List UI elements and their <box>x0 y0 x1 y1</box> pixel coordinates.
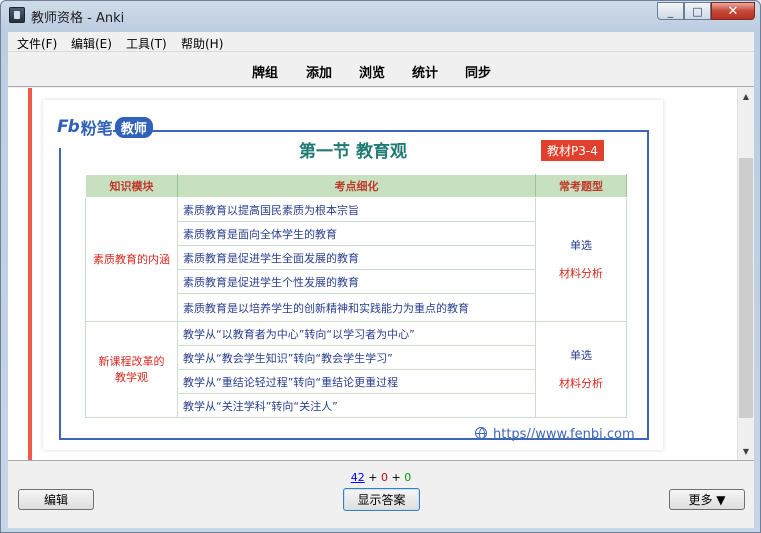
fenbi-logo: Fb 粉笔 教师 <box>57 116 153 138</box>
anki-app-icon <box>9 7 25 23</box>
footer-url: https//www.fenbi.com <box>475 427 635 442</box>
anki-window: 教师资格 - Anki _ □ ✕ 文件(F) 编辑(E) 工具(T) 帮助(H… <box>0 0 761 533</box>
question-type-material-analysis: 材料分析 <box>559 376 603 390</box>
module-cell: 新课程改革的 教学观 <box>85 321 178 418</box>
due-counts: 42 + 0 + 0 <box>8 471 754 484</box>
more-button[interactable]: 更多 ▼ <box>669 489 745 510</box>
header-module: 知识模块 <box>85 174 178 198</box>
footer-url-text: https//www.fenbi.com <box>493 427 635 442</box>
scroll-up-arrow-icon[interactable]: ▲ <box>738 88 754 105</box>
knowledge-table: 知识模块 考点细化 常考题型 素质教育的内涵 素质教育以提高国民素质为根本宗旨 … <box>85 174 627 418</box>
logo-brand: 粉笔 <box>80 119 113 138</box>
maximize-icon: □ <box>692 4 703 18</box>
close-icon: ✕ <box>727 3 739 19</box>
question-type-material-analysis: 材料分析 <box>559 266 603 280</box>
header-question-types: 常考题型 <box>535 174 627 198</box>
question-type-single-choice: 单选 <box>570 238 592 252</box>
menu-tools[interactable]: 工具(T) <box>126 35 167 52</box>
learning-count: 0 <box>381 471 388 484</box>
card-frame-left <box>59 148 61 440</box>
point-cell: 素质教育是以培养学生的创新精神和实践能力为重点的教育 <box>177 293 536 322</box>
scroll-down-arrow-icon[interactable]: ▼ <box>738 443 754 460</box>
point-cell: 教学从“以教育者为中心”转向“以学习者为中心” <box>177 321 536 346</box>
card-left-accent-bar <box>28 88 32 460</box>
top-toolbar: 牌组 添加 浏览 统计 同步 <box>8 53 754 87</box>
menu-bar: 文件(F) 编辑(E) 工具(T) 帮助(H) <box>8 32 754 52</box>
toolbar-sync-link[interactable]: 同步 <box>465 62 491 81</box>
minimize-button[interactable]: _ <box>657 2 684 20</box>
new-count[interactable]: 42 <box>351 471 365 484</box>
review-bottom-bar: 42 + 0 + 0 编辑 显示答案 更多 ▼ <box>8 460 754 528</box>
logo-badge: 教师 <box>114 116 153 138</box>
question-type-cell: 单选 材料分析 <box>535 321 627 418</box>
question-type-cell: 单选 材料分析 <box>535 197 627 322</box>
close-button[interactable]: ✕ <box>711 2 755 20</box>
menu-help[interactable]: 帮助(H) <box>181 35 223 52</box>
logo-fb-mark: Fb <box>57 117 80 137</box>
count-separator: + <box>388 471 405 484</box>
edit-button[interactable]: 编辑 <box>18 489 94 510</box>
globe-icon <box>475 427 487 440</box>
table-row: 素质教育的内涵 素质教育以提高国民素质为根本宗旨 单选 材料分析 <box>85 197 627 322</box>
question-type-single-choice: 单选 <box>570 348 592 362</box>
scrollbar-thumb[interactable] <box>739 158 753 418</box>
toolbar-browse-link[interactable]: 浏览 <box>359 62 385 81</box>
table-row: 新课程改革的 教学观 教学从“以教育者为中心”转向“以学习者为中心” 单选 材料… <box>85 321 627 418</box>
minimize-icon: _ <box>667 4 674 18</box>
show-answer-button[interactable]: 显示答案 <box>343 488 420 511</box>
window-controls: _ □ ✕ <box>657 2 755 20</box>
window-title: 教师资格 - Anki <box>31 11 125 26</box>
module-label: 素质教育的内涵 <box>93 252 170 266</box>
module-label-line1: 新课程改革的 <box>98 354 165 368</box>
point-cell: 教学从“关注学科”转向“关注人” <box>177 393 536 418</box>
header-points: 考点细化 <box>177 174 536 198</box>
review-count: 0 <box>404 471 412 484</box>
menu-edit[interactable]: 编辑(E) <box>71 35 112 52</box>
flashcard-image: Fb 粉笔 教师 第一节 教育观 教材P3-4 知识模块 考点细化 常考题型 素… <box>43 100 663 450</box>
maximize-button[interactable]: □ <box>684 2 711 20</box>
point-cell: 素质教育以提高国民素质为根本宗旨 <box>177 197 536 222</box>
toolbar-stats-link[interactable]: 统计 <box>412 62 438 81</box>
card-viewer: Fb 粉笔 教师 第一节 教育观 教材P3-4 知识模块 考点细化 常考题型 素… <box>8 88 754 460</box>
module-label-line2: 教学观 <box>115 370 148 384</box>
menu-file[interactable]: 文件(F) <box>17 35 57 52</box>
toolbar-add-link[interactable]: 添加 <box>306 62 332 81</box>
point-cell: 素质教育是面向全体学生的教育 <box>177 221 536 246</box>
client-area: 文件(F) 编辑(E) 工具(T) 帮助(H) 牌组 添加 浏览 统计 同步 F… <box>8 32 754 528</box>
vertical-scrollbar[interactable]: ▲ ▼ <box>737 88 754 460</box>
count-separator: + <box>364 471 381 484</box>
table-header-row: 知识模块 考点细化 常考题型 <box>85 174 627 198</box>
textbook-page-badge: 教材P3-4 <box>541 140 604 161</box>
module-cell: 素质教育的内涵 <box>85 197 178 322</box>
card-frame-top <box>113 130 649 132</box>
point-cell: 素质教育是促进学生全面发展的教育 <box>177 245 536 270</box>
point-cell: 教学从“重结论轻过程”转向“重结论更重过程 <box>177 369 536 394</box>
point-cell: 教学从“教会学生知识”转向“教会学生学习” <box>177 345 536 370</box>
toolbar-decks-link[interactable]: 牌组 <box>252 62 278 81</box>
point-cell: 素质教育是促进学生个性发展的教育 <box>177 269 536 294</box>
title-bar[interactable]: 教师资格 - Anki _ □ ✕ <box>1 1 760 31</box>
